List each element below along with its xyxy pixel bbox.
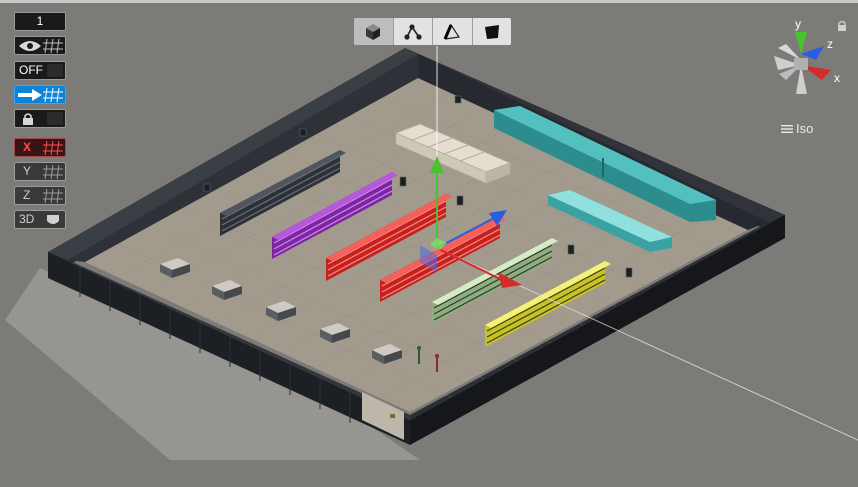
object-mode-button[interactable] xyxy=(354,18,394,45)
eye-icon xyxy=(19,40,41,51)
orientation-gizmo[interactable]: y z x xyxy=(764,18,844,102)
grid-icon xyxy=(43,165,63,179)
three-d-toggle[interactable]: 3D xyxy=(14,210,66,229)
lock-indicator xyxy=(47,112,63,125)
axis-z-label: Z xyxy=(23,188,31,202)
grid-icon xyxy=(43,141,63,155)
projection-toggle[interactable]: Iso xyxy=(781,121,813,136)
lock-icon[interactable] xyxy=(836,20,848,32)
lock-icon xyxy=(23,112,33,125)
axis-x-label: X xyxy=(23,140,32,154)
snap-label: OFF xyxy=(19,63,43,77)
selection-mode-bar xyxy=(353,17,512,46)
gizmo-z-cone[interactable] xyxy=(801,46,824,60)
axis-x-toggle[interactable]: X xyxy=(14,138,66,157)
snap-toggle[interactable]: OFF xyxy=(14,61,66,80)
grid-icon xyxy=(43,88,63,102)
grid-icon xyxy=(43,39,63,53)
layer-counter-button[interactable]: 1 xyxy=(14,12,66,31)
snap-indicator xyxy=(47,64,63,77)
cube-icon xyxy=(366,23,381,40)
menu-icon xyxy=(781,124,793,133)
face-mode-button[interactable] xyxy=(472,18,511,45)
warehouse-scene[interactable] xyxy=(0,0,858,487)
visibility-toggle[interactable] xyxy=(14,36,66,55)
edge-icon xyxy=(443,23,461,40)
gizmo-center-cube[interactable] xyxy=(794,58,808,70)
gizmo-z-label: z xyxy=(827,37,833,51)
three-d-label: 3D xyxy=(19,212,35,226)
layer-counter-label: 1 xyxy=(36,14,44,28)
axis-z-toggle[interactable]: Z xyxy=(14,186,66,205)
vertex-icon xyxy=(404,23,422,40)
gizmo-y-cone[interactable] xyxy=(795,32,807,54)
vertex-mode-button[interactable] xyxy=(393,18,433,45)
scene-viewport[interactable]: 1 OFF X Y Z 3D y z x Iso xyxy=(0,0,858,487)
face-icon xyxy=(484,24,499,39)
gizmo-x-label: x xyxy=(834,71,840,85)
axis-y-toggle[interactable]: Y xyxy=(14,162,66,181)
window-top-edge xyxy=(0,0,858,3)
projection-label: Iso xyxy=(796,121,814,136)
move-tool-button[interactable] xyxy=(14,85,66,104)
shield-icon xyxy=(47,215,59,224)
edge-mode-button[interactable] xyxy=(433,18,473,45)
grid-icon xyxy=(43,189,63,203)
gizmo-neg-z-cone[interactable] xyxy=(778,44,801,60)
lock-toggle[interactable] xyxy=(14,109,66,128)
axis-y-label: Y xyxy=(23,164,32,178)
arrow-right-icon xyxy=(18,88,42,101)
gizmo-y-label: y xyxy=(795,18,801,31)
